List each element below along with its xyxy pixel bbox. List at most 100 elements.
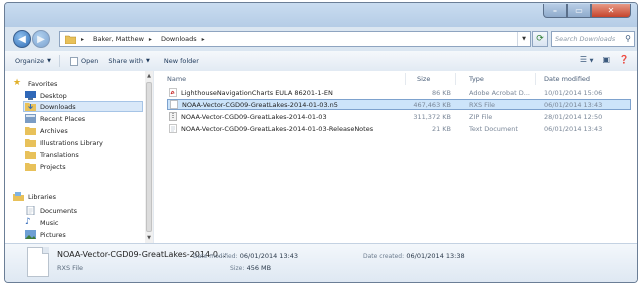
nav-item-label: Music	[40, 218, 59, 227]
nav-item-translations[interactable]: Translations	[25, 149, 79, 160]
details-file-type: RXS File	[57, 264, 84, 272]
help-icon: ❓	[619, 55, 629, 64]
breadcrumb-label: Downloads	[160, 35, 197, 43]
nav-item-music[interactable]: ♪ Music	[25, 217, 59, 228]
scroll-down-icon[interactable]: ▼	[145, 234, 153, 242]
pdf-icon	[169, 88, 177, 97]
share-with-menu-button[interactable]: Share with ▼	[108, 57, 149, 65]
file-type: Adobe Acrobat D...	[469, 89, 530, 97]
file-type: Text Document	[469, 125, 518, 133]
column-header-size[interactable]: Size	[417, 75, 430, 83]
zip-icon	[169, 112, 177, 121]
file-date-modified: 10/01/2014 15:06	[544, 89, 603, 97]
chevron-down-icon: ▼	[47, 58, 51, 64]
desktop-icon	[25, 91, 36, 100]
scroll-up-icon[interactable]: ▲	[145, 72, 153, 80]
date-modified-label: Date modified:	[193, 253, 238, 260]
share-with-label: Share with	[108, 57, 143, 65]
column-header-date-modified[interactable]: Date modified	[544, 75, 590, 83]
search-input[interactable]: Search Downloads ⚲	[551, 31, 635, 47]
file-size: 467,463 KB	[413, 101, 451, 109]
favorites-header-label: Favorites	[28, 79, 58, 88]
details-date-modified: Date modified: 06/01/2014 13:43	[193, 252, 298, 260]
scrollbar-thumb[interactable]	[146, 82, 152, 232]
column-divider[interactable]	[535, 73, 536, 85]
nav-item-label: Pictures	[40, 230, 66, 239]
nav-item-documents[interactable]: Documents	[25, 205, 77, 216]
breadcrumb-downloads[interactable]: Downloads	[161, 35, 197, 43]
file-name: LighthouseNavigationCharts EULA 86201-1-…	[181, 88, 333, 97]
text-file-icon	[169, 124, 177, 133]
nav-item-illustrations-library[interactable]: Illustrations Library	[25, 137, 103, 148]
nav-item-pictures[interactable]: Pictures	[25, 229, 66, 240]
details-pane: NOAA-Vector-CGD09-GreatLakes-2014-0... R…	[5, 243, 637, 282]
file-size: 21 KB	[431, 125, 451, 133]
size-value: 456 MB	[246, 264, 272, 272]
libraries-header-label: Libraries	[28, 192, 57, 201]
folder-icon	[65, 35, 76, 44]
organize-menu-button[interactable]: Organize ▼	[15, 57, 51, 65]
nav-item-label: Desktop	[40, 91, 67, 100]
open-label: Open	[80, 57, 99, 65]
file-icon	[170, 100, 178, 109]
details-date-created: Date created: 06/01/2014 13:38	[363, 252, 465, 260]
content-area: ★ Favorites Desktop Downloads Recent Pla…	[5, 71, 637, 243]
size-label: Size:	[230, 265, 245, 272]
file-name: NOAA-Vector-CGD09-GreatLakes-2014-01-03	[181, 112, 327, 121]
preview-pane-button[interactable]: ▣	[602, 55, 610, 64]
search-placeholder: Search Downloads	[555, 35, 616, 43]
help-button[interactable]: ❓	[619, 55, 629, 64]
libraries-header[interactable]: Libraries	[13, 191, 56, 202]
navigation-pane: ★ Favorites Desktop Downloads Recent Pla…	[5, 71, 154, 243]
star-icon: ★	[13, 78, 22, 88]
date-modified-value: 06/01/2014 13:43	[239, 252, 299, 260]
new-folder-button[interactable]: New folder	[164, 57, 199, 65]
address-bar[interactable]: ▸ Baker, Matthew ▸ Downloads ▸ ▼	[59, 31, 531, 47]
column-divider[interactable]	[405, 73, 406, 85]
favorites-header[interactable]: ★ Favorites	[13, 78, 57, 89]
nav-item-archives[interactable]: Archives	[25, 125, 68, 136]
navigation-scrollbar[interactable]: ▲ ▼	[145, 71, 153, 243]
refresh-button[interactable]: ⟳	[532, 31, 548, 47]
chevron-down-icon: ▼	[589, 58, 594, 64]
folder-icon	[25, 127, 36, 135]
explorer-window: – ▭ ✕ ◀ ▶ ▸ Baker, Matthew ▸ Downloads ▸…	[4, 2, 638, 283]
minimize-button[interactable]: –	[543, 4, 567, 18]
column-header-name[interactable]: Name	[167, 75, 186, 83]
folder-icon	[25, 151, 36, 159]
breadcrumb-separator-icon: ▸	[201, 35, 205, 43]
file-type: ZIP File	[469, 113, 493, 121]
libraries-icon	[13, 192, 24, 201]
nav-item-projects[interactable]: Projects	[25, 161, 66, 172]
address-dropdown-button[interactable]: ▼	[517, 32, 530, 46]
organize-label: Organize	[15, 57, 45, 65]
forward-button[interactable]: ▶	[32, 30, 50, 48]
column-divider[interactable]	[455, 73, 456, 85]
file-size: 311,372 KB	[413, 113, 451, 121]
title-bar[interactable]: – ▭ ✕	[5, 3, 637, 27]
nav-item-label: Projects	[40, 162, 66, 171]
new-folder-label: New folder	[163, 57, 199, 65]
column-header-type[interactable]: Type	[469, 75, 484, 83]
nav-item-recent-places[interactable]: Recent Places	[25, 113, 85, 124]
downloads-folder-icon	[25, 103, 36, 111]
view-list-icon: ☰	[579, 55, 588, 64]
breadcrumb-separator-icon: ▸	[81, 35, 85, 43]
back-button[interactable]: ◀	[13, 30, 31, 48]
close-button[interactable]: ✕	[591, 4, 631, 18]
nav-item-label: Archives	[40, 126, 68, 135]
breadcrumb-separator-icon: ▸	[148, 35, 152, 43]
file-list: Name Size Type Date modified LighthouseN…	[155, 71, 637, 243]
nav-item-desktop[interactable]: Desktop	[25, 90, 67, 101]
maximize-button[interactable]: ▭	[567, 4, 591, 18]
nav-item-downloads[interactable]: Downloads	[23, 101, 143, 112]
nav-item-label: Illustrations Library	[40, 138, 103, 147]
nav-item-label: Downloads	[40, 102, 76, 111]
open-button[interactable]: Open	[70, 56, 99, 66]
change-view-button[interactable]: ☰ ▼	[580, 55, 594, 64]
forward-arrow-icon: ▶	[37, 33, 45, 45]
view-controls: ☰ ▼ ▣ ❓	[580, 55, 629, 64]
breadcrumb-baker-matthew[interactable]: Baker, Matthew	[93, 35, 144, 43]
toolbar-divider	[58, 55, 60, 67]
date-created-label: Date created:	[363, 253, 405, 260]
